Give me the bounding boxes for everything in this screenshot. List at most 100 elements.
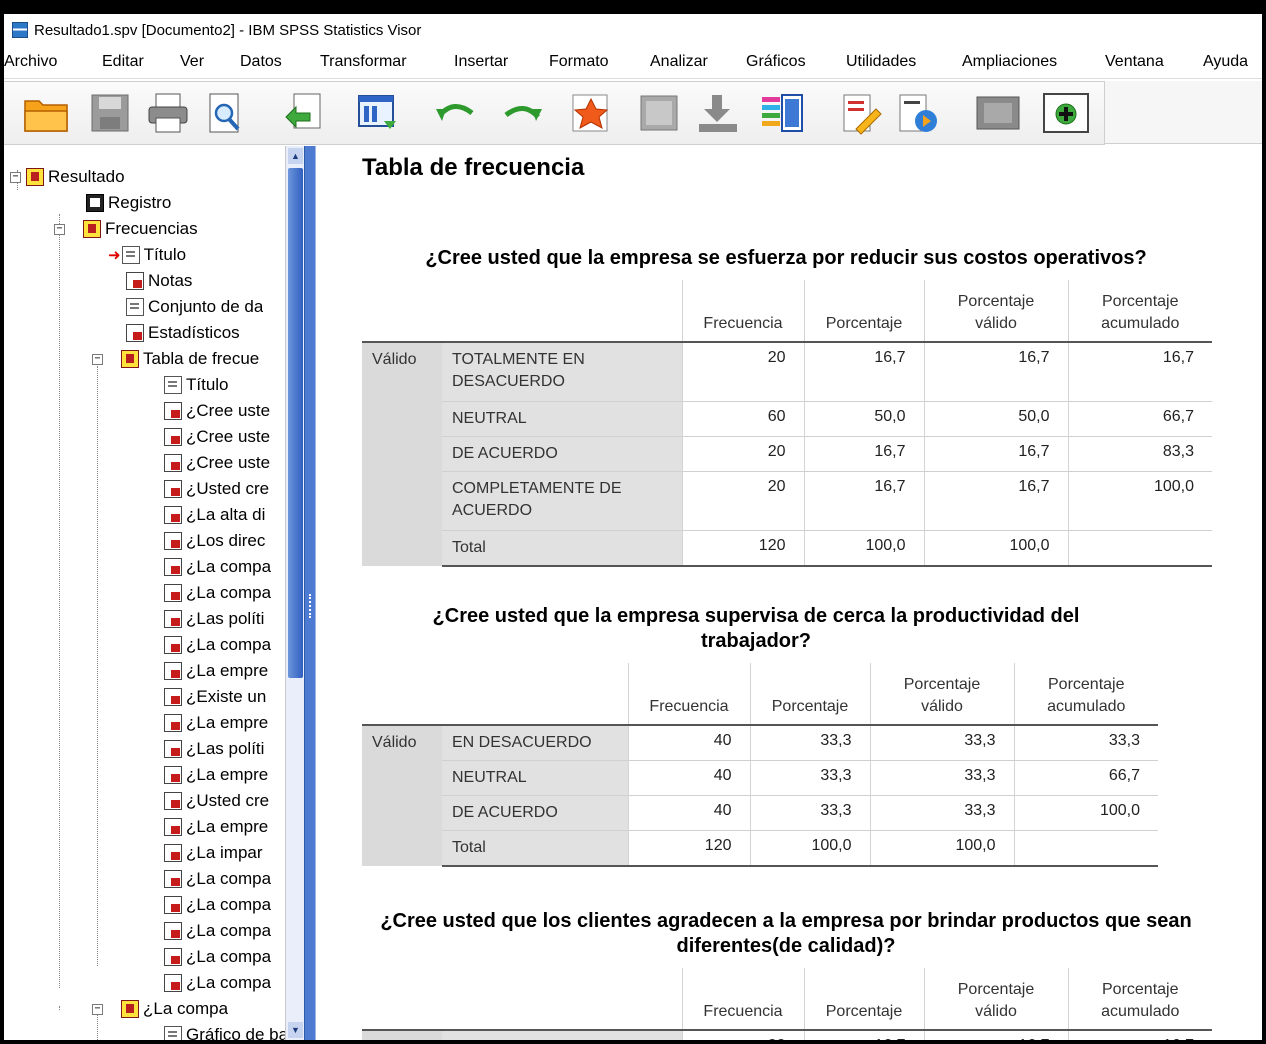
go-to-case-icon[interactable] [636,91,684,135]
column-header: Frecuencia [681,968,804,1030]
menu-ampliaciones[interactable]: Ampliaciones [962,53,1057,71]
menu-utilidades[interactable]: Utilidades [846,53,916,71]
outline-item-table[interactable]: ¿La compa [164,867,271,891]
cell: 16,7 [803,1030,924,1040]
outline-item-frecuencias[interactable]: − Frecuencias [54,217,198,241]
outline-item-table[interactable]: ¿La compa [164,971,271,995]
content-pane: Tabla de frecuencia ¿Cree usted que la e… [316,146,1262,1040]
undo-icon[interactable] [432,91,480,135]
menu-ventana[interactable]: Ventana [1105,53,1164,71]
outline-item-titulo[interactable]: Gráfico de barr [164,1023,299,1040]
outline-item-estadisticos[interactable]: Estadísticos [126,321,240,345]
open-icon[interactable] [22,91,70,135]
collapse-toggle[interactable]: − [54,223,65,235]
outline-item-table[interactable]: ¿La alta di [164,503,265,527]
menu-graficos[interactable]: Gráficos [746,53,806,71]
menu-archivo[interactable]: Archivo [4,53,57,71]
collapse-toggle[interactable]: − [92,353,103,365]
table-icon [164,766,182,784]
redo-icon[interactable] [498,91,546,135]
collapse-toggle[interactable]: − [92,1003,103,1015]
outline-item-table[interactable]: ¿Cree uste [164,451,270,475]
cell: 60 [681,401,804,437]
outline-item-resultado[interactable]: − Resultado [10,165,125,189]
dataset-icon [126,298,144,316]
menu-datos[interactable]: Datos [240,53,282,71]
outline-item-table[interactable]: ¿La compa [164,945,271,969]
outline-item-table[interactable]: ¿La empre [164,711,268,735]
splitter-grip[interactable] [309,594,313,618]
stub-label: Válido [362,342,442,566]
outline-item-notas[interactable]: Notas [126,269,192,293]
outline-item-table[interactable]: ¿La compa [164,581,271,605]
outline-item-table[interactable]: ¿Los direc [164,529,265,553]
save-icon[interactable] [86,91,134,135]
outline-item-table[interactable]: ¿Cree uste [164,399,270,423]
menu-editar[interactable]: Editar [102,53,144,71]
table-icon [164,532,182,550]
cell: 66,7 [1013,760,1158,796]
table-icon [126,324,144,342]
menu-formato[interactable]: Formato [549,53,609,71]
table-icon [164,454,182,472]
menu-insertar[interactable]: Insertar [454,53,508,71]
outline-item-table[interactable]: ¿Existe un [164,685,266,709]
menu-analizar[interactable]: Analizar [650,53,708,71]
recall-dialog-icon[interactable] [354,91,402,135]
column-header: Frecuencia [681,280,804,342]
outline-item-conjunto-datos[interactable]: Conjunto de da [126,295,263,319]
menu-transformar[interactable]: Transformar [320,53,407,71]
outline-item-grafico-barras[interactable]: − ¿La compa [92,997,228,1021]
menu-ayuda[interactable]: Ayuda [1203,53,1248,71]
outline-item-table[interactable]: ¿Las políti [164,607,264,631]
cell: 83,3 [1067,436,1212,472]
add-icon[interactable] [1042,91,1090,135]
table-title: ¿Cree usted que la empresa se esfuerza p… [425,247,1147,269]
toolbar-empty-area [1105,81,1262,144]
outline-item-table[interactable]: ¿Cree uste [164,425,270,449]
outline-item-table[interactable]: ¿La compa [164,919,271,943]
scroll-down-icon[interactable]: ▼ [288,1022,303,1038]
go-to-variable-icon[interactable] [694,91,742,135]
table-icon [164,480,182,498]
table-icon [164,870,182,888]
outline-item-table[interactable]: ¿La empre [164,815,268,839]
outline-scrollbar[interactable]: ▲ ▼ [285,146,304,1040]
outline-item-table[interactable]: ¿Las políti [164,737,264,761]
table-icon [164,636,182,654]
outline-item-registro[interactable]: Registro [86,191,171,215]
outline-item-tabla-frecuencia[interactable]: − Tabla de frecue [92,347,259,371]
cell: 20 [681,471,804,531]
go-to-data-icon[interactable] [567,91,615,135]
outline-item-table[interactable]: ¿La compa [164,633,271,657]
outline-item-titulo[interactable]: Título [164,373,229,397]
outline-item-table[interactable]: ¿La empre [164,763,268,787]
outline-item-table[interactable]: ¿La compa [164,555,271,579]
print-preview-icon[interactable] [202,91,250,135]
cell: 20 [681,436,804,472]
outline-item-table[interactable]: ¿La compa [164,893,271,917]
outline-item-table[interactable]: ¿Usted cre [164,789,269,813]
outline-item-titulo-selected[interactable]: ➜ Título [108,243,186,267]
category-label: EN DESACUERDO [442,725,628,761]
variables-icon[interactable] [758,91,806,135]
show-hide-icon[interactable] [974,91,1022,135]
menu-ver[interactable]: Ver [180,53,204,71]
column-header: Porcentaje acumulado [1067,968,1212,1030]
column-header: Porcentaje [749,663,870,725]
export-icon[interactable] [280,91,328,135]
scrollbar-thumb[interactable] [288,168,303,678]
scroll-up-icon[interactable]: ▲ [288,148,303,164]
print-icon[interactable] [144,91,192,135]
table-row: NEUTRAL 40 33,3 33,3 66,7 [362,760,1158,796]
outline-item-table[interactable]: ¿La empre [164,659,268,683]
pane-splitter[interactable] [304,146,316,1040]
outline-item-table[interactable]: ¿La impar [164,841,263,865]
outline-item-table[interactable]: ¿Usted cre [164,477,269,501]
category-label: COMPLETAMENTE DE ACUERDO [442,471,682,531]
cell: 40 [627,725,750,761]
insert-heading-icon[interactable] [836,91,884,135]
insert-title-icon[interactable] [894,91,942,135]
collapse-toggle[interactable]: − [10,171,21,183]
table-title: ¿Cree usted que la empresa supervisa de … [432,605,1080,652]
